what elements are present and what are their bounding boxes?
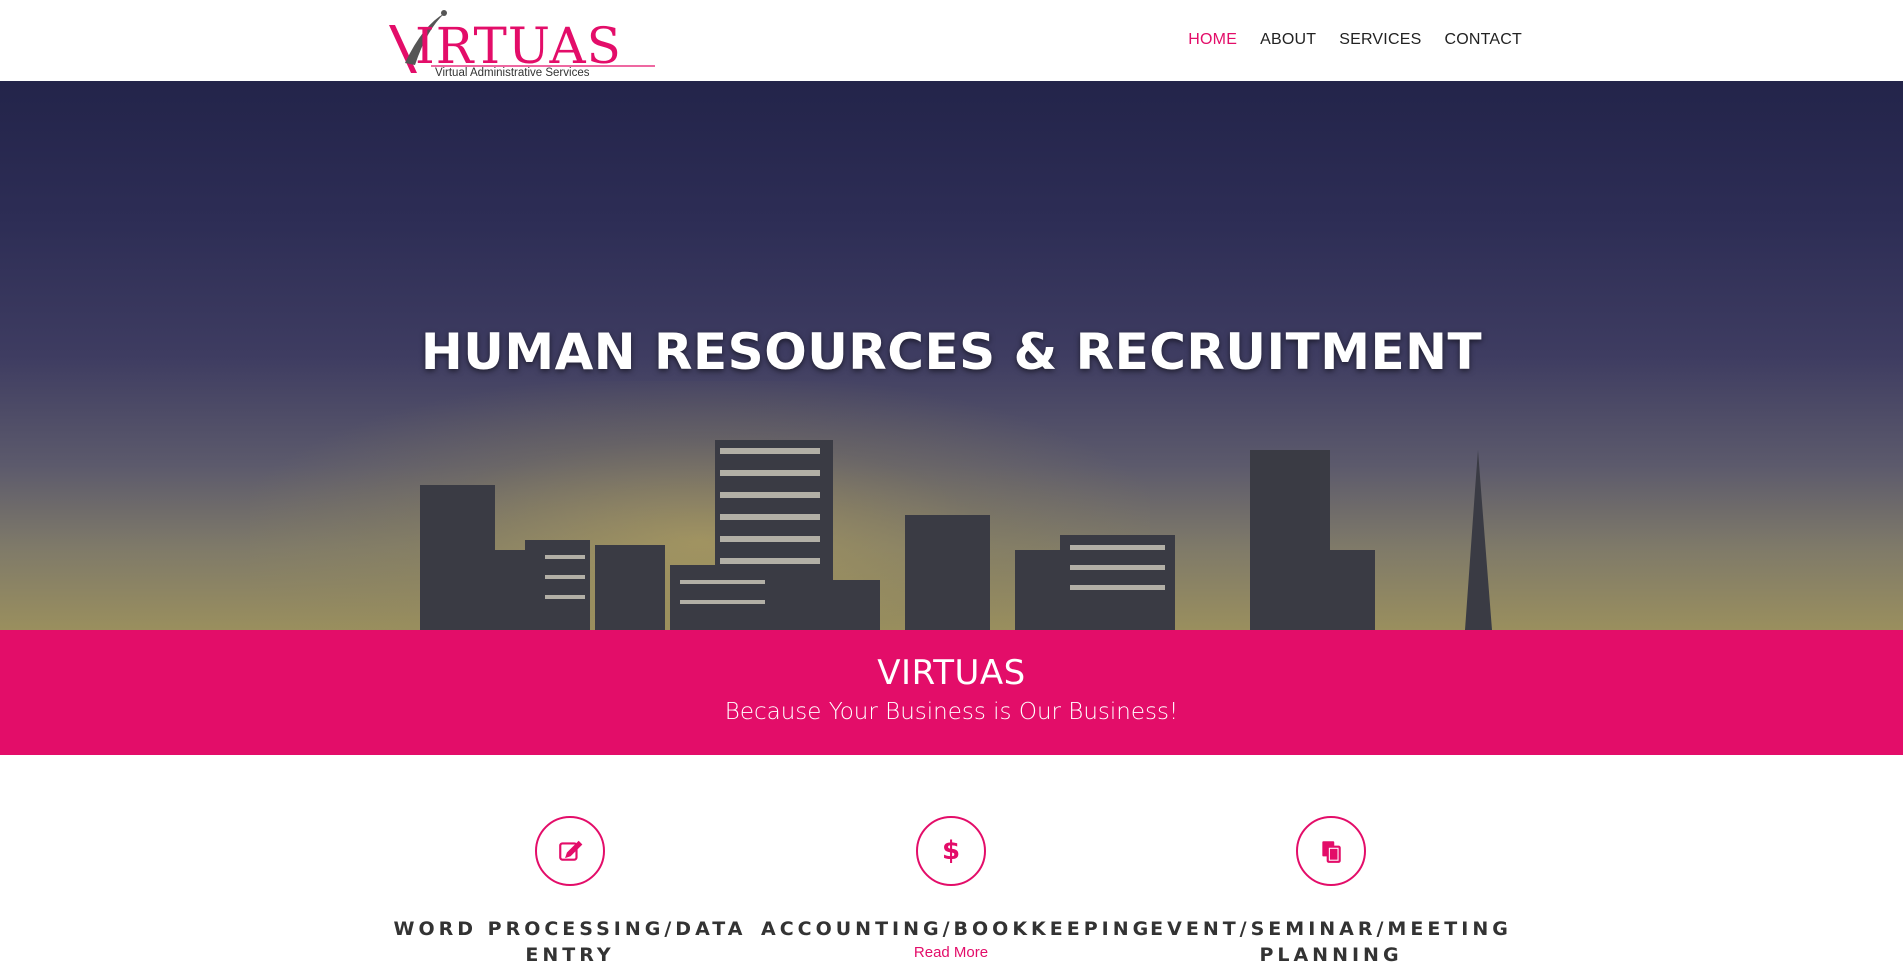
service-card-accounting: $ ACCOUNTING/BOOKKEEPING Read More <box>761 755 1148 962</box>
hero-banner: HUMAN RESOURCES & RECRUITMENT <box>0 81 1903 630</box>
service-card-event-planning: EVENT/SEMINAR/MEETING PLANNING <box>1141 755 1521 968</box>
service-title-line1: EVENT/SEMINAR/MEETING <box>1150 918 1512 940</box>
edit-icon <box>535 816 605 886</box>
service-title-line1: WORD PROCESSING/DATA <box>393 918 747 940</box>
band-subtitle: Because Your Business is Our Business! <box>724 699 1179 725</box>
service-title: EVENT/SEMINAR/MEETING PLANNING <box>1141 916 1521 968</box>
city-skyline-image <box>420 440 1492 630</box>
dollar-icon: $ <box>916 816 986 886</box>
site-logo[interactable]: IRTUAS Virtual Administrative Services <box>383 5 663 79</box>
service-title-line2: ENTRY <box>525 944 615 966</box>
service-title: WORD PROCESSING/DATA ENTRY <box>380 916 760 968</box>
main-nav: HOME ABOUT SERVICES CONTACT <box>1188 31 1522 49</box>
nav-about[interactable]: ABOUT <box>1260 31 1316 49</box>
nav-services[interactable]: SERVICES <box>1339 31 1421 49</box>
service-title-line2: PLANNING <box>1259 944 1403 966</box>
band-title: VIRTUAS <box>877 653 1026 693</box>
svg-text:Virtual Administrative Service: Virtual Administrative Services <box>435 67 590 79</box>
nav-home[interactable]: HOME <box>1188 31 1237 49</box>
service-title-line1: ACCOUNTING/BOOKKEEPING <box>761 918 1153 940</box>
services-section: WORD PROCESSING/DATA ENTRY $ ACCOUNTING/… <box>0 755 1903 968</box>
read-more-link[interactable]: Read More <box>914 944 988 961</box>
nav-contact[interactable]: CONTACT <box>1444 31 1522 49</box>
tagline-band: VIRTUAS Because Your Business is Our Bus… <box>0 630 1903 755</box>
hero-title: HUMAN RESOURCES & RECRUITMENT <box>420 323 1483 381</box>
site-header: IRTUAS Virtual Administrative Services H… <box>0 0 1903 81</box>
copy-icon <box>1296 816 1366 886</box>
service-card-word-processing: WORD PROCESSING/DATA ENTRY <box>380 755 760 968</box>
service-title: ACCOUNTING/BOOKKEEPING <box>761 916 1148 942</box>
